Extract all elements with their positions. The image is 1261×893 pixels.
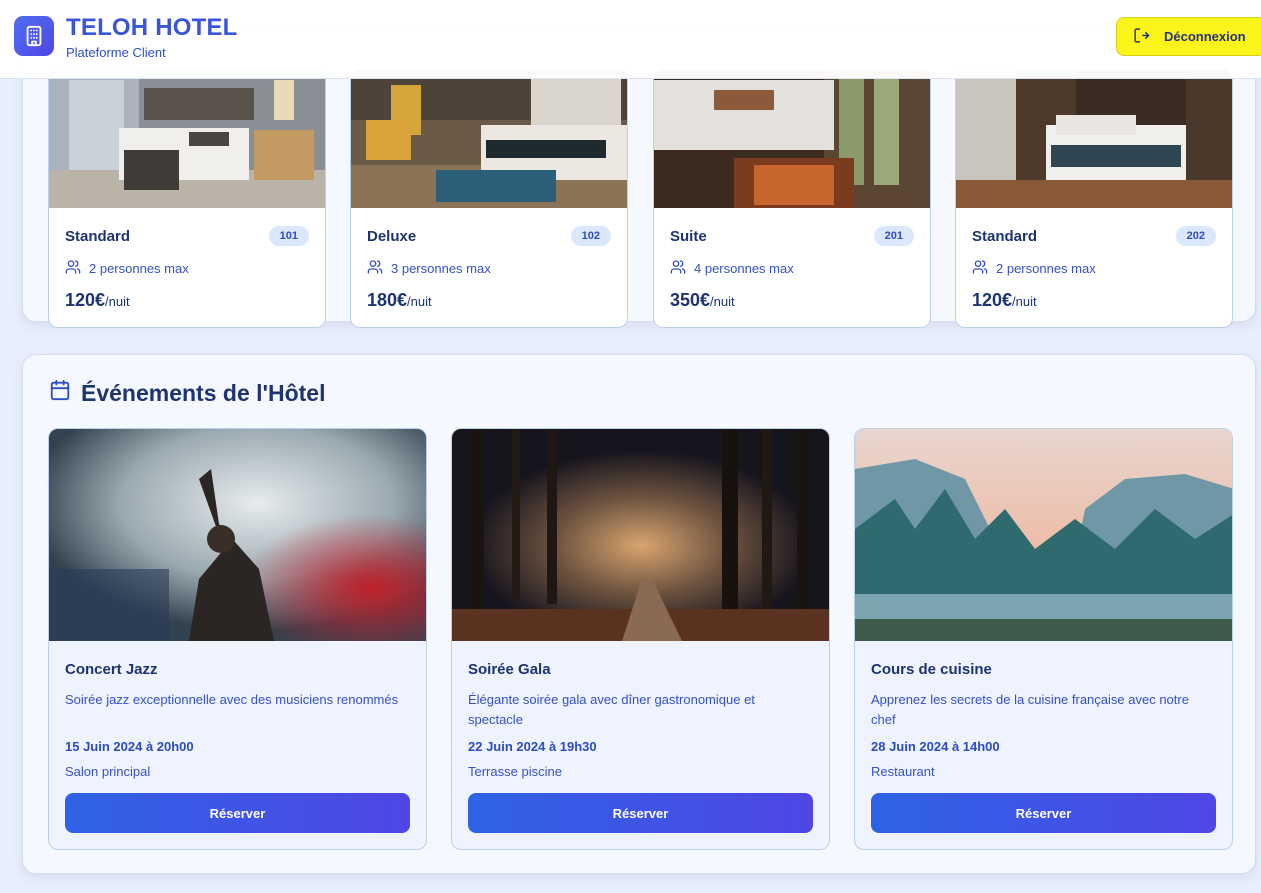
room-number-badge: 202: [1175, 226, 1216, 246]
room-number-badge: 201: [873, 226, 914, 246]
event-location: Terrasse piscine: [468, 764, 562, 779]
room-capacity: 4 personnes max: [670, 259, 794, 278]
event-photo: [452, 429, 829, 641]
room-price-unit: /nuit: [1012, 294, 1037, 309]
event-card: Concert Jazz Soirée jazz exceptionnelle …: [48, 428, 427, 850]
event-title: Cours de cuisine: [871, 661, 992, 678]
room-number-badge: 101: [268, 226, 309, 246]
event-date: 15 Juin 2024 à 20h00: [65, 739, 194, 754]
room-capacity: 2 personnes max: [65, 259, 189, 278]
event-description: Soirée jazz exceptionnelle avec des musi…: [65, 692, 399, 707]
event-title: Concert Jazz: [65, 661, 158, 678]
room-price-value: 180€: [367, 290, 408, 310]
room-price: 120€/nuit: [65, 290, 130, 311]
room-capacity-text: 3 personnes max: [391, 261, 491, 276]
room-card[interactable]: Standard 202 2 personnes max 120€/nuit: [955, 69, 1233, 328]
event-card: Cours de cuisine Apprenez les secrets de…: [854, 428, 1233, 850]
room-photo: [956, 70, 1232, 208]
room-capacity: 2 personnes max: [972, 259, 1096, 278]
users-icon: [972, 259, 988, 278]
room-capacity-text: 4 personnes max: [694, 261, 794, 276]
room-capacity-text: 2 personnes max: [996, 261, 1096, 276]
logout-icon: [1133, 27, 1150, 47]
room-photo: [351, 70, 627, 208]
event-card: Soirée Gala Élégante soirée gala avec dî…: [451, 428, 830, 850]
room-photo: [654, 70, 930, 208]
room-capacity-text: 2 personnes max: [89, 261, 189, 276]
room-price-value: 350€: [670, 290, 711, 310]
room-card[interactable]: Suite 201 4 personnes max 350€/nuit: [653, 69, 931, 328]
room-capacity: 3 personnes max: [367, 259, 491, 278]
event-date: 28 Juin 2024 à 14h00: [871, 739, 1000, 754]
logout-button[interactable]: Déconnexion: [1116, 17, 1261, 56]
room-type: Standard: [972, 228, 1038, 245]
event-description: Élégante soirée gala avec dîner gastrono…: [468, 692, 755, 727]
logout-label: Déconnexion: [1164, 29, 1246, 44]
room-type: Suite: [670, 228, 707, 245]
brand-title: TELOH HOTEL: [66, 14, 238, 41]
room-card[interactable]: Standard 101 2 personnes max 120€/nuit: [48, 69, 326, 328]
building-icon: [14, 16, 54, 56]
room-price-unit: /nuit: [407, 294, 432, 309]
brand-subtitle: Plateforme Client: [66, 45, 166, 60]
events-section: Événements de l'Hôtel Concert Jazz Soiré…: [22, 354, 1256, 874]
room-photo: [49, 70, 325, 208]
reserve-button[interactable]: Réserver: [65, 793, 410, 833]
room-type: Standard: [65, 228, 131, 245]
room-price-unit: /nuit: [710, 294, 735, 309]
room-number-badge: 102: [570, 226, 611, 246]
room-price: 120€/nuit: [972, 290, 1037, 311]
events-title: Événements de l'Hôtel: [81, 379, 326, 406]
event-date: 22 Juin 2024 à 19h30: [468, 739, 597, 754]
event-location: Restaurant: [871, 764, 935, 779]
calendar-icon: [49, 379, 71, 407]
users-icon: [670, 259, 686, 278]
room-card[interactable]: Deluxe 102 3 personnes max 180€/nuit: [350, 69, 628, 328]
room-price-value: 120€: [65, 290, 106, 310]
room-price-unit: /nuit: [105, 294, 130, 309]
reserve-button[interactable]: Réserver: [468, 793, 813, 833]
event-description: Apprenez les secrets de la cuisine franç…: [871, 692, 1189, 727]
event-title: Soirée Gala: [468, 661, 551, 678]
event-photo: [49, 429, 426, 641]
room-price: 180€/nuit: [367, 290, 432, 311]
event-photo: [855, 429, 1232, 641]
room-price: 350€/nuit: [670, 290, 735, 311]
app-header: TELOH HOTEL Plateforme Client Déconnexio…: [0, 0, 1261, 79]
users-icon: [367, 259, 383, 278]
room-type: Deluxe: [367, 228, 417, 245]
events-heading: Événements de l'Hôtel: [49, 379, 326, 407]
users-icon: [65, 259, 81, 278]
reserve-button[interactable]: Réserver: [871, 793, 1216, 833]
room-price-value: 120€: [972, 290, 1013, 310]
event-location: Salon principal: [65, 764, 151, 779]
